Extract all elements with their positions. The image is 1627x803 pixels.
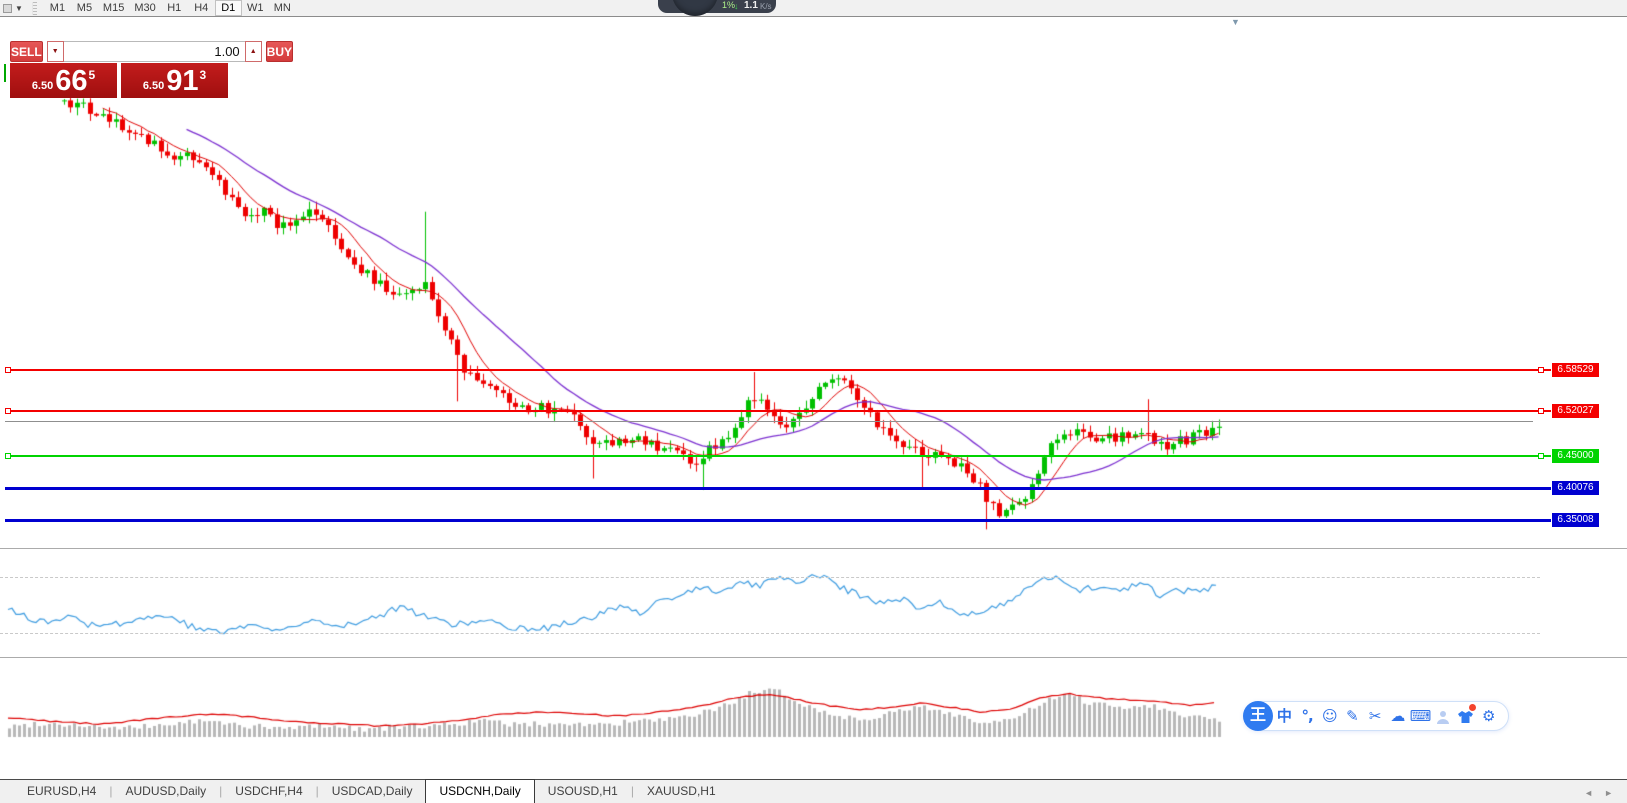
net-speed-overlay[interactable]: 1% ↓ 1.1 K/s bbox=[658, 0, 776, 13]
timeframe-m15[interactable]: M15 bbox=[98, 0, 129, 16]
volume-decrease-button[interactable]: ▼ bbox=[47, 41, 64, 62]
emoji-icon[interactable]: ☺ bbox=[1318, 701, 1341, 731]
price-line-label: 6.52027 bbox=[1552, 404, 1599, 418]
tab-usdcnh-daily[interactable]: USDCNH,Daily bbox=[425, 779, 534, 803]
line-anchor-marker[interactable] bbox=[5, 408, 11, 414]
horizontal-price-line[interactable] bbox=[5, 410, 1551, 412]
toolbar-left-fragment: ▼ bbox=[0, 0, 44, 16]
timeframe-w1[interactable]: W1 bbox=[242, 0, 269, 16]
buy-price-big: 91 bbox=[166, 67, 198, 96]
symbol-tab-bar: EURUSD,H4|AUDUSD,Daily|USDCHF,H4|USDCAD,… bbox=[0, 779, 1627, 803]
ime-logo-icon[interactable]: 王 bbox=[1243, 701, 1273, 731]
timeframe-m1[interactable]: M1 bbox=[44, 0, 71, 16]
tab-audusd-daily[interactable]: AUDUSD,Daily bbox=[112, 780, 219, 803]
skin-icon[interactable] bbox=[1455, 701, 1478, 731]
buy-price-quote[interactable]: 6.50 91 3 bbox=[121, 63, 228, 98]
sell-button[interactable]: SELL bbox=[10, 41, 43, 62]
scissors-icon[interactable]: ✂ bbox=[1364, 701, 1387, 731]
indicator-level-line bbox=[0, 577, 1540, 578]
toolbar-grip-handle[interactable] bbox=[32, 2, 37, 15]
keyboard-icon[interactable]: ⌨ bbox=[1409, 701, 1432, 731]
sell-price-quote[interactable]: 6.50 66 5 bbox=[10, 63, 117, 98]
bid-price-line bbox=[5, 421, 1533, 422]
tabs-container: EURUSD,H4|AUDUSD,Daily|USDCHF,H4|USDCAD,… bbox=[14, 780, 729, 803]
pane-divider[interactable] bbox=[0, 657, 1627, 658]
line-anchor-marker[interactable] bbox=[1538, 453, 1544, 459]
left-edge-candle-fragment bbox=[4, 64, 6, 82]
horizontal-price-line[interactable] bbox=[5, 519, 1551, 522]
price-line-label: 6.40076 bbox=[1552, 481, 1599, 495]
timeframe-m5[interactable]: M5 bbox=[71, 0, 98, 16]
profile-icon[interactable] bbox=[1432, 701, 1455, 731]
download-arrow-icon: ↓ bbox=[734, 1, 739, 11]
tab-scroll-left-icon[interactable]: ◄ bbox=[1584, 788, 1593, 798]
cloud-icon[interactable]: ☁ bbox=[1387, 701, 1410, 731]
sell-price-pip: 5 bbox=[89, 68, 96, 82]
tab-usousd-h1[interactable]: USOUSD,H1 bbox=[535, 780, 631, 803]
timeframe-group: M1M5M15M30H1H4D1W1MN bbox=[44, 0, 296, 16]
line-anchor-marker[interactable] bbox=[1538, 408, 1544, 414]
line-anchor-marker[interactable] bbox=[5, 453, 11, 459]
download-speed-unit: K/s bbox=[760, 2, 772, 11]
volume-increase-button[interactable]: ▲ bbox=[245, 41, 262, 62]
line-anchor-marker[interactable] bbox=[1538, 367, 1544, 373]
timeframe-h4[interactable]: H4 bbox=[188, 0, 215, 16]
chart-type-icon[interactable] bbox=[3, 4, 12, 13]
one-click-trade-panel: SELL ▼ ▲ BUY 6.50 66 5 6.50 91 3 bbox=[10, 41, 228, 98]
price-line-label: 6.45000 bbox=[1552, 449, 1599, 463]
timeframe-toolbar: ▼ M1M5M15M30H1H4D1W1MN bbox=[0, 0, 1627, 17]
timeframe-d1[interactable]: D1 bbox=[215, 0, 242, 16]
tab-usdcad-daily[interactable]: USDCAD,Daily bbox=[319, 780, 426, 803]
tab-xauusd-h1[interactable]: XAUUSD,H1 bbox=[634, 780, 729, 803]
price-line-label: 6.35008 bbox=[1552, 513, 1599, 527]
horizontal-price-line[interactable] bbox=[5, 455, 1551, 457]
panel-collapse-arrow[interactable]: ▼ bbox=[1231, 17, 1240, 27]
volume-input[interactable] bbox=[64, 41, 245, 62]
pane-divider[interactable] bbox=[0, 548, 1627, 549]
chinese-mode-icon[interactable]: 中 bbox=[1273, 701, 1296, 731]
chevron-down-icon[interactable]: ▼ bbox=[15, 4, 23, 13]
buy-button[interactable]: BUY bbox=[266, 41, 293, 62]
notification-dot bbox=[1469, 704, 1476, 711]
buy-price-prefix: 6.50 bbox=[143, 80, 164, 92]
pen-icon[interactable]: ✎ bbox=[1341, 701, 1364, 731]
indicator-level-line bbox=[0, 633, 1540, 634]
sell-price-big: 66 bbox=[55, 67, 87, 96]
sell-price-prefix: 6.50 bbox=[32, 80, 53, 92]
line-anchor-marker[interactable] bbox=[5, 367, 11, 373]
horizontal-price-line[interactable] bbox=[5, 369, 1551, 371]
settings-icon[interactable]: ⚙ bbox=[1477, 701, 1500, 731]
trading-platform-window: ▼ M1M5M15M30H1H4D1W1MN 1% ↓ 1.1 K/s ▼ SE… bbox=[0, 0, 1627, 803]
price-chart-canvas bbox=[0, 0, 1627, 803]
tab-eurusd-h4[interactable]: EURUSD,H4 bbox=[14, 780, 109, 803]
timeframe-h1[interactable]: H1 bbox=[161, 0, 188, 16]
timeframe-m30[interactable]: M30 bbox=[129, 0, 160, 16]
timeframe-mn[interactable]: MN bbox=[269, 0, 296, 16]
punctuation-icon[interactable]: °, bbox=[1296, 701, 1319, 731]
volume-stepper: ▼ ▲ bbox=[47, 41, 262, 62]
tab-scroll-right-icon[interactable]: ► bbox=[1604, 788, 1613, 798]
price-line-label: 6.58529 bbox=[1552, 363, 1599, 377]
buy-price-pip: 3 bbox=[200, 68, 207, 82]
download-speed-value: 1.1 bbox=[744, 0, 758, 11]
horizontal-price-line[interactable] bbox=[5, 487, 1551, 490]
ime-toolbar: 王中°,☺✎✂☁⌨ ⚙ bbox=[1243, 701, 1509, 731]
tab-usdchf-h4[interactable]: USDCHF,H4 bbox=[222, 780, 315, 803]
